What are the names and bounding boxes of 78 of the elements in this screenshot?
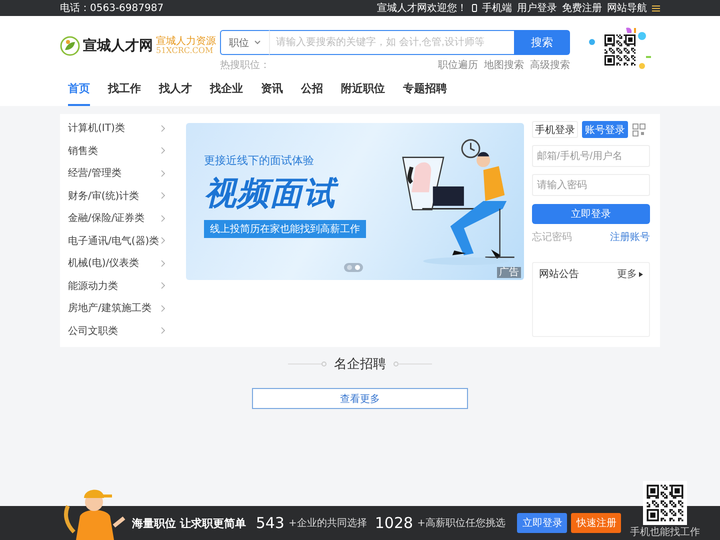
leaf-logo-icon	[60, 36, 80, 56]
nav-tab[interactable]: 专题招聘	[403, 72, 447, 106]
phone-number: 电话：0563-6987987	[60, 2, 164, 15]
nav-tab[interactable]: 找人才	[159, 72, 192, 106]
logo-domain: 51XCRC.COM	[156, 47, 214, 55]
welcome-text: 宣城人才网欢迎您！	[377, 2, 467, 15]
footer-slogan: 海量职位 让求职更简单	[132, 516, 246, 530]
top-link[interactable]: 免费注册	[562, 1, 602, 15]
search-link[interactable]: 高级搜索	[530, 58, 570, 72]
logo-tagline: 宣城人力资源	[156, 37, 216, 47]
chevron-icon	[161, 237, 165, 244]
qr-code-icon[interactable]	[632, 122, 646, 136]
login-button[interactable]: 立即登录	[517, 513, 568, 533]
ad-tag: 广告	[497, 267, 521, 278]
view-more-button[interactable]: 查看更多	[252, 388, 468, 409]
nav-tab[interactable]: 找工作	[108, 72, 141, 106]
nav-tab[interactable]: 公招	[301, 72, 323, 106]
logo-name: 宣城人才网	[83, 37, 153, 55]
phone-icon	[472, 4, 477, 12]
category-item[interactable]: 财务/审(统)计类	[68, 184, 175, 207]
chevron-icon	[161, 327, 165, 334]
category-item[interactable]: 计算机(IT)类	[68, 117, 175, 140]
stat-number: 1028	[374, 514, 414, 532]
nav-tab[interactable]: 首页	[68, 72, 90, 106]
banner[interactable]: 更接近线下的面试体验 视频面试 线上投简历在家也能找到高薪工作 广告	[186, 123, 524, 280]
chevron-icon	[161, 147, 165, 154]
register-link[interactable]: 注册账号	[610, 230, 650, 244]
more-link[interactable]: 更多	[617, 267, 637, 281]
chevron-icon	[161, 304, 165, 312]
search-button[interactable]: 搜索	[514, 30, 570, 55]
login-button[interactable]: 立即登录	[532, 204, 650, 224]
slide-dot[interactable]	[347, 265, 352, 270]
nav-tab[interactable]: 附近职位	[341, 72, 385, 106]
category-item[interactable]: 能源动力类	[68, 274, 175, 297]
chevron-icon	[161, 192, 165, 200]
chevron-icon	[161, 170, 165, 177]
category-item[interactable]: 金融/保险/证券类	[68, 207, 175, 230]
category-item[interactable]: 电子通讯/电气(器)类	[68, 230, 175, 252]
login-tab[interactable]: 账号登录	[582, 121, 628, 138]
input-field[interactable]: 邮箱/手机号/用户名	[532, 145, 650, 167]
notice-title: 网站公告	[539, 268, 579, 281]
category-item[interactable]: 机械(电)/仪表类	[68, 252, 175, 274]
top-link[interactable]: 手机端	[482, 1, 512, 15]
divider-ornament-icon	[288, 361, 328, 367]
search-field[interactable]: 请输入要搜索的关键字，如 会计,仓管,设计师等	[269, 30, 514, 55]
chevron-icon	[161, 214, 165, 222]
triangle-icon	[639, 272, 643, 276]
category-item[interactable]: 销售类	[68, 140, 175, 162]
category-select[interactable]: 职位	[220, 30, 269, 55]
banner-title: 视频面试	[204, 172, 398, 216]
chevron-icon	[161, 260, 165, 267]
stat-caption: +企业的共同选择	[288, 516, 367, 530]
caret-icon	[254, 40, 261, 45]
banner-subtitle: 更接近线下的面试体验	[204, 153, 315, 168]
qr-code	[645, 483, 685, 523]
nav-tab[interactable]: 资讯	[261, 72, 283, 106]
nav-tab[interactable]: 找企业	[210, 72, 243, 106]
hot-search-label: 热搜职位：	[220, 58, 270, 72]
section-title: 名企招聘	[334, 356, 386, 373]
search-link[interactable]: 职位遍历	[438, 58, 478, 72]
login-tab[interactable]: 手机登录	[532, 121, 578, 138]
category-item[interactable]: 房地产/建筑施工类	[68, 297, 175, 320]
stat-number: 543	[256, 514, 284, 532]
slide-dot[interactable]	[355, 265, 360, 270]
divider-ornament-icon	[392, 361, 432, 367]
input-field[interactable]: 请输入密码	[532, 174, 650, 196]
banner-slogan: 线上投简历在家也能找到高薪工作	[204, 220, 366, 238]
stat-caption: +高薪职位任您挑选	[417, 516, 506, 530]
menu-icon[interactable]	[652, 4, 660, 12]
category-item[interactable]: 公司文职类	[68, 320, 175, 342]
top-link[interactable]: 用户登录	[517, 1, 557, 15]
chevron-icon	[161, 124, 165, 132]
search-link[interactable]: 地图搜索	[484, 58, 524, 72]
chevron-icon	[161, 282, 165, 290]
qr-caption: 手机也能找工作	[630, 526, 700, 539]
top-link[interactable]: 网站导航	[607, 1, 647, 15]
category-item[interactable]: 经营/管理类	[68, 162, 175, 184]
qr-code	[603, 33, 637, 67]
